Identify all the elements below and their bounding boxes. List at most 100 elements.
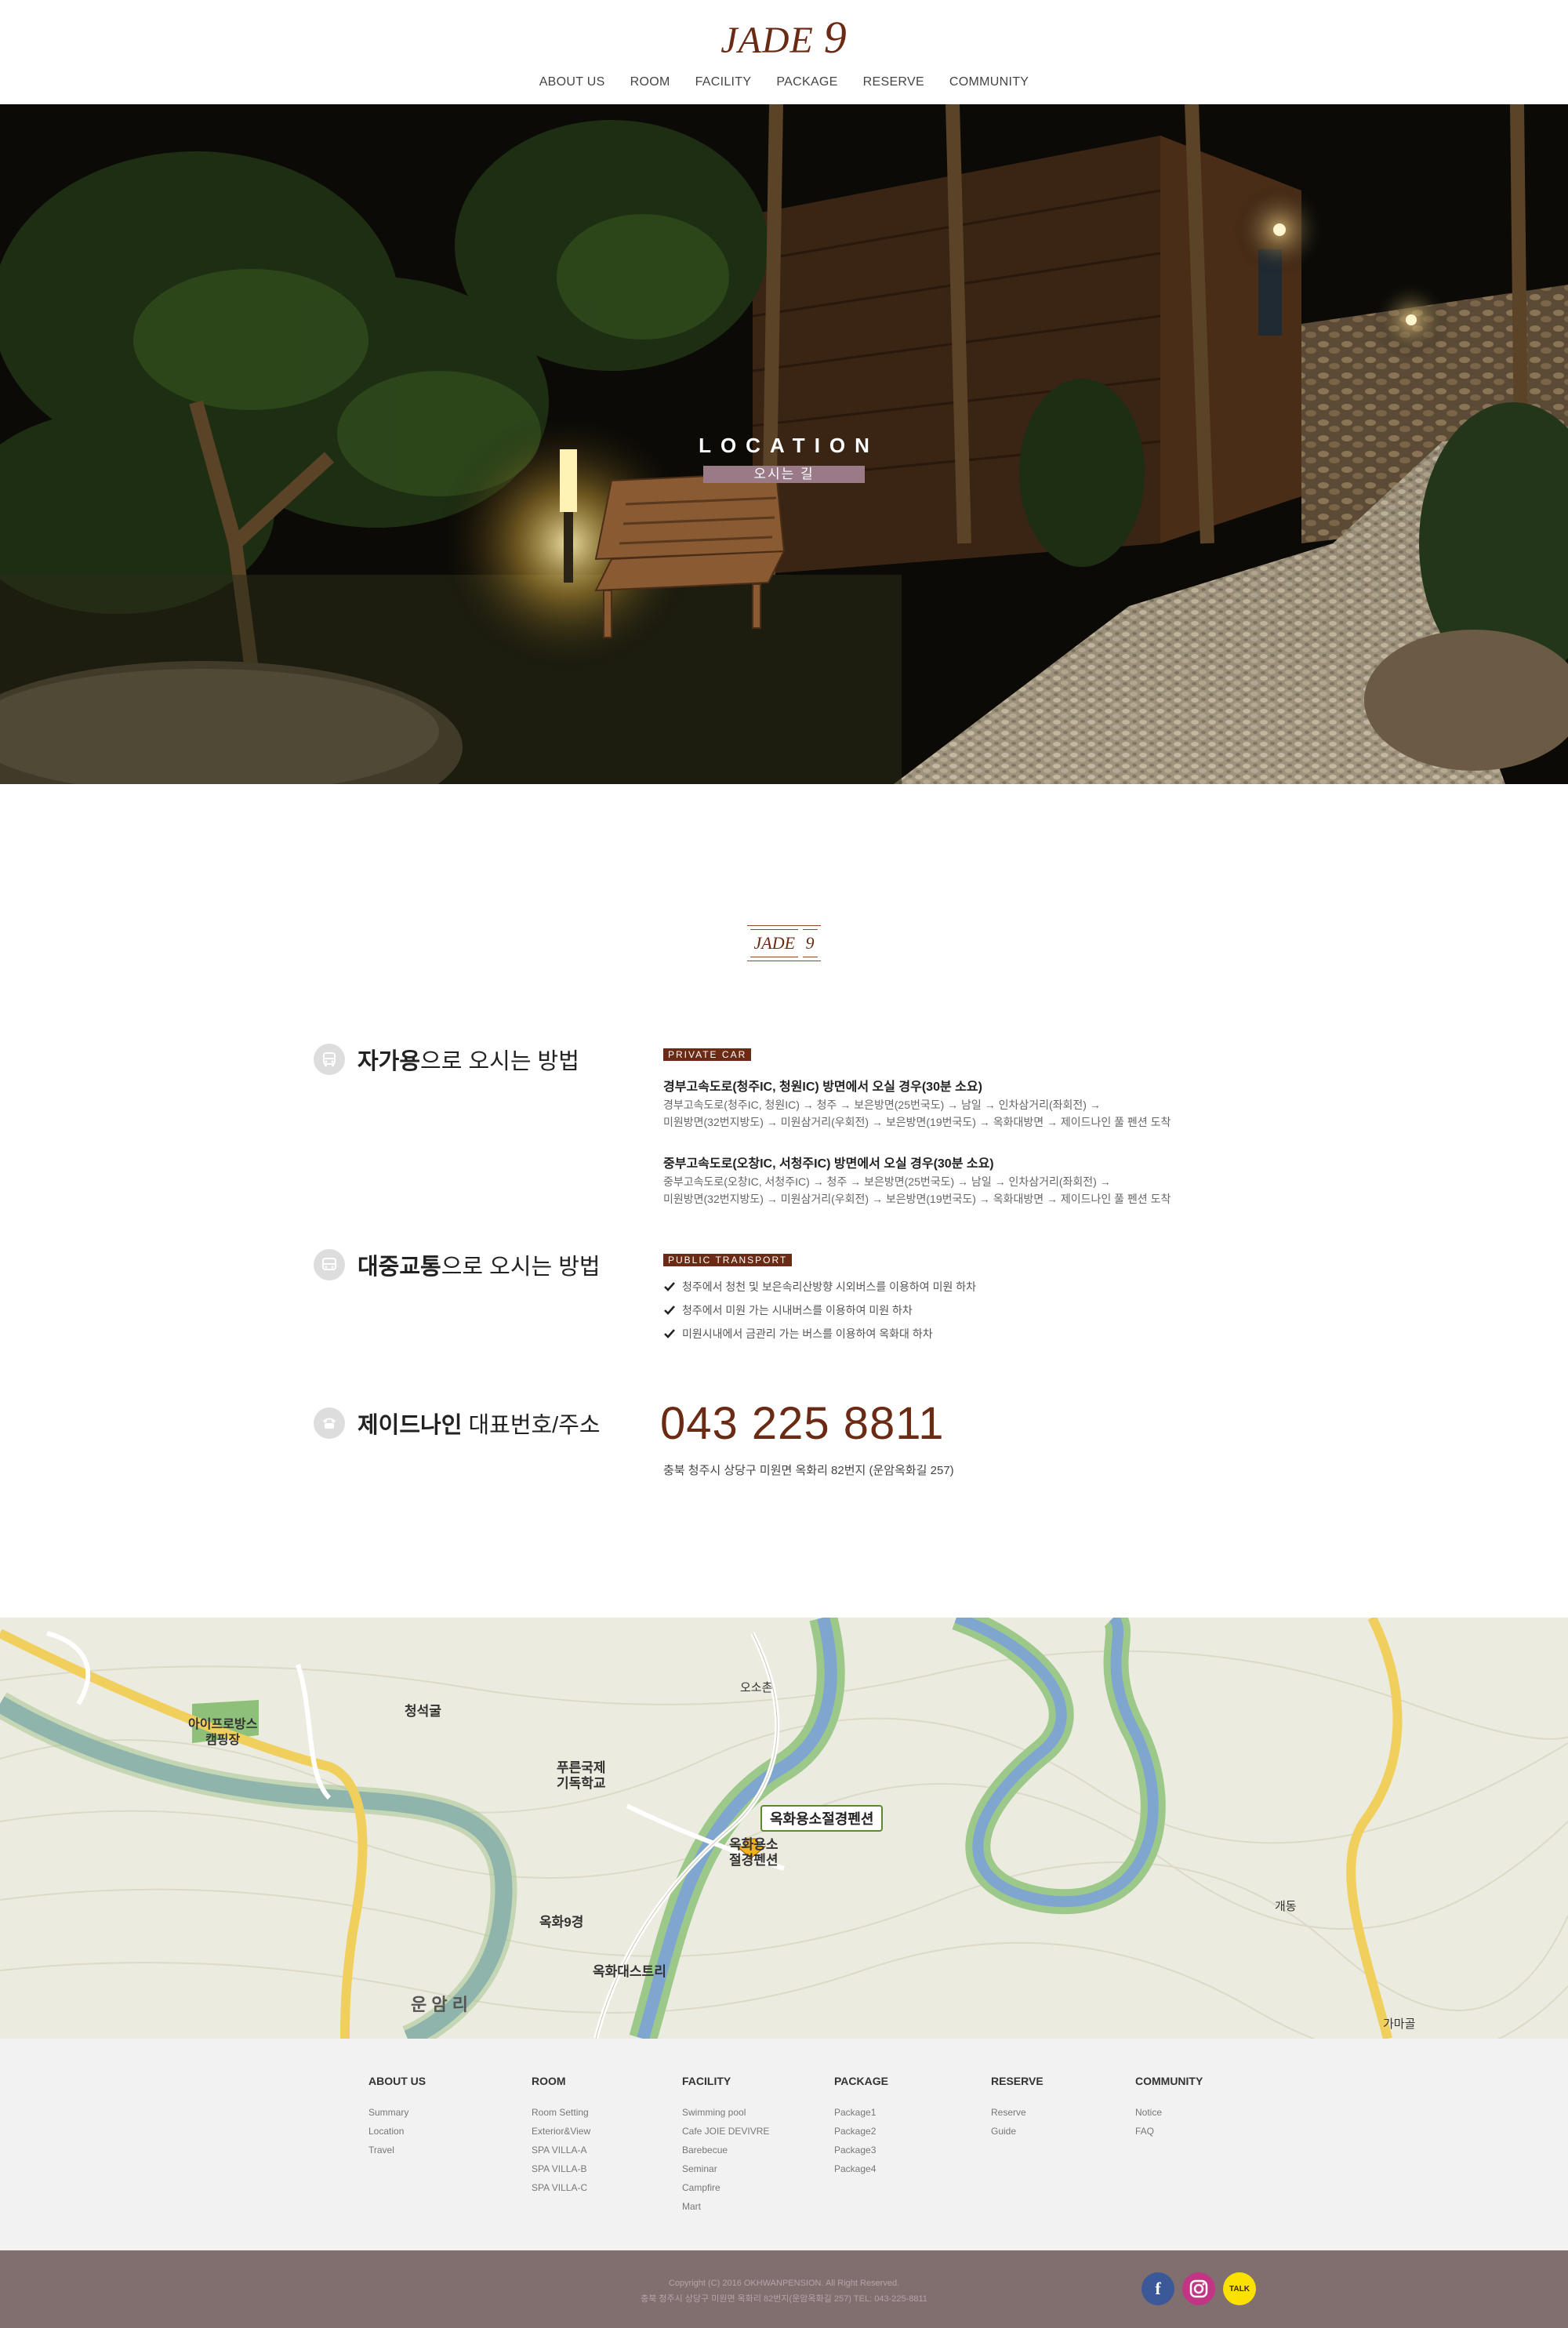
public-transport-list: 청주에서 청천 및 보은속리산방향 시외버스를 이용하여 미원 하차 청주에서 … [663, 1275, 976, 1346]
route2-text: 중부고속도로(오창IC, 서청주IC) → 청주 → 보은방면(25번국도) →… [663, 1173, 1171, 1208]
nav-package[interactable]: PACKAGE [764, 75, 850, 89]
logo-number: 9 [823, 12, 848, 63]
public-transport-title-rest: 으로 오시는 방법 [441, 1255, 601, 1280]
private-car-title-bold: 자가용 [358, 1049, 421, 1074]
public-transport-tag: PUBLIC TRANSPORT [663, 1254, 793, 1266]
list-item: 청주에서 청천 및 보은속리산방향 시외버스를 이용하여 미원 하차 [663, 1275, 976, 1298]
footer-link[interactable]: Barebecue [682, 2141, 769, 2159]
footer-col-reserve: RESERVE Reserve Guide [991, 2075, 1044, 2141]
footer-link[interactable]: Room Setting [532, 2103, 590, 2122]
social-links: f TALK [1142, 2272, 1256, 2305]
footer-link[interactable]: Guide [991, 2122, 1044, 2141]
car-icon [314, 1044, 345, 1075]
contact-title-rest: 대표번호/주소 [462, 1413, 601, 1438]
map-label-cheongseokgul: 청석굴 [405, 1704, 441, 1719]
footer-link[interactable]: Cafe JOIE DEVIVRE [682, 2122, 769, 2141]
footer-col-room: ROOM Room Setting Exterior&View SPA VILL… [532, 2075, 590, 2197]
copyright-text: Copyright (C) 2016 OKHWANPENSION. All Ri… [668, 2279, 900, 2288]
route1-line1: 경부고속도로(청주IC, 청원IC) → 청주 → 보은방면(25번국도) → … [663, 1099, 1101, 1111]
footer-link[interactable]: Reserve [991, 2103, 1044, 2122]
section-logo: JADE 9 [0, 925, 1568, 961]
footer-link[interactable]: Seminar [682, 2159, 769, 2178]
footer-link[interactable]: SPA VILLA-A [532, 2141, 590, 2159]
hero-title-en: LOCATION [699, 434, 879, 457]
footer-link[interactable]: Location [368, 2122, 426, 2141]
kakao-talk-icon[interactable]: TALK [1223, 2272, 1256, 2305]
footer-col-facility: FACILITY Swimming pool Cafe JOIE DEVIVRE… [682, 2075, 769, 2216]
hero-banner: LOCATION 오시는 길 [0, 104, 1568, 784]
footer-col-about: ABOUT US Summary Location Travel [368, 2075, 426, 2159]
footer-link[interactable]: Package3 [834, 2141, 888, 2159]
footer-col-package: PACKAGE Package1 Package2 Package3 Packa… [834, 2075, 888, 2178]
contact-heading: 제이드나인 대표번호/주소 [314, 1407, 601, 1440]
footer-link[interactable]: Notice [1135, 2103, 1203, 2122]
footer-link[interactable]: Travel [368, 2141, 426, 2159]
list-item: 미원시내에서 금관리 가는 버스를 이용하여 옥화대 하차 [663, 1322, 976, 1346]
footer-sitemap: ABOUT US Summary Location Travel ROOM Ro… [0, 2039, 1568, 2250]
footer-col-title: PACKAGE [834, 2075, 888, 2087]
footer-col-title: ROOM [532, 2075, 566, 2087]
map-label-okhwa9: 옥화9경 [539, 1915, 584, 1930]
site-header: JADE 9 ABOUT US ROOM FACILITY PACKAGE RE… [0, 0, 1568, 104]
facebook-icon[interactable]: f [1142, 2272, 1174, 2305]
nav-facility[interactable]: FACILITY [683, 75, 764, 89]
footer-col-title: ABOUT US [368, 2075, 426, 2087]
footer-link[interactable]: FAQ [1135, 2122, 1203, 2141]
nav-reserve[interactable]: RESERVE [851, 75, 937, 89]
instagram-icon[interactable] [1182, 2272, 1215, 2305]
footer-link[interactable]: Campfire [682, 2178, 769, 2197]
footer-link[interactable]: Package4 [834, 2159, 888, 2178]
section-logo-mark: JADE 9 [747, 925, 821, 961]
hero-title-ko: 오시는 길 [703, 466, 865, 483]
logo-text: JADE [720, 20, 814, 61]
footer-link[interactable]: Summary [368, 2103, 426, 2122]
private-car-title-rest: 으로 오시는 방법 [420, 1049, 579, 1074]
route1-heading: 경부고속도로(청주IC, 청원IC) 방면에서 오실 경우(30분 소요) [663, 1080, 982, 1094]
phone-number[interactable]: 043 225 8811 [660, 1397, 945, 1450]
map-label-camp-text: 아이프로방스 캠핑장 [188, 1718, 258, 1747]
footer-link[interactable]: SPA VILLA-B [532, 2159, 590, 2178]
route1-text: 경부고속도로(청주IC, 청원IC) → 청주 → 보은방면(25번국도) → … [663, 1096, 1171, 1131]
map-label-gaedong: 개동 [1275, 1900, 1297, 1913]
main-nav: ABOUT US ROOM FACILITY PACKAGE RESERVE C… [0, 75, 1568, 89]
route1-line2: 미원방면(32번지방도) → 미원삼거리(우회전) → 보은방면(19번국도) … [663, 1116, 1171, 1128]
site-logo[interactable]: JADE 9 [0, 11, 1568, 64]
footer-link[interactable]: SPA VILLA-C [532, 2178, 590, 2197]
footer-address: 충북 청주시 상당구 미원면 옥화리 82번지(운암옥화길 257) TEL: … [641, 2294, 927, 2304]
public-transport-heading: 대중교통으로 오시는 방법 [314, 1248, 601, 1281]
map-label-destri: 옥화대스트리 [593, 1964, 666, 1979]
footer-copyright: Copyright (C) 2016 OKHWANPENSION. All Ri… [0, 2275, 1568, 2307]
footer-link[interactable]: Mart [682, 2197, 769, 2216]
bus-icon [314, 1249, 345, 1280]
footer-link[interactable]: Exterior&View [532, 2122, 590, 2141]
list-item: 청주에서 미원 가는 시내버스를 이용하여 미원 하차 [663, 1298, 976, 1322]
footer-link[interactable]: Package1 [834, 2103, 888, 2122]
private-car-heading: 자가용으로 오시는 방법 [314, 1043, 579, 1076]
footer-bottom-bar: Copyright (C) 2016 OKHWANPENSION. All Ri… [0, 2250, 1568, 2328]
private-car-tag: PRIVATE CAR [663, 1048, 752, 1061]
footer-col-title: RESERVE [991, 2075, 1044, 2087]
map-label-pension: 옥화용소 절경펜션 [729, 1837, 779, 1868]
check-icon [664, 1282, 675, 1291]
hero-title-block: LOCATION 오시는 길 [0, 434, 1568, 483]
map-label-school: 푸른국제 기독학교 [557, 1760, 606, 1791]
nav-community[interactable]: COMMUNITY [937, 75, 1041, 89]
footer-col-community: COMMUNITY Notice FAQ [1135, 2075, 1203, 2141]
check-icon [664, 1329, 675, 1338]
map-label-osochon: 오소촌 [740, 1681, 773, 1694]
public-transport-title-bold: 대중교통 [358, 1255, 441, 1280]
footer-link[interactable]: Package2 [834, 2122, 888, 2141]
check-icon [664, 1306, 675, 1315]
address: 충북 청주시 상당구 미원면 옥화리 82번지 (운암옥화길 257) [663, 1464, 954, 1477]
route2-heading: 중부고속도로(오창IC, 서청주IC) 방면에서 오실 경우(30분 소요) [663, 1157, 994, 1171]
nav-about-us[interactable]: ABOUT US [527, 75, 618, 89]
route2-line2: 미원방면(32번지방도) → 미원삼거리(우회전) → 보은방면(19번국도) … [663, 1193, 1171, 1205]
footer-col-title: COMMUNITY [1135, 2075, 1203, 2087]
map-label-unamri: 운 암 리 [411, 1995, 468, 2014]
map-label-gamagol: 가마골 [1383, 2017, 1416, 2031]
contact-title-bold: 제이드나인 [358, 1413, 463, 1438]
map-pin-label[interactable]: 옥화용소절경펜션 [760, 1805, 884, 1832]
route2-line1: 중부고속도로(오창IC, 서청주IC) → 청주 → 보은방면(25번국도) →… [663, 1175, 1111, 1188]
footer-link[interactable]: Swimming pool [682, 2103, 769, 2122]
nav-room[interactable]: ROOM [618, 75, 683, 89]
